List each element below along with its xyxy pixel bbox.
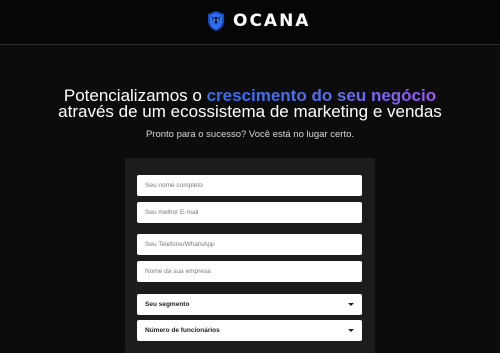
hero-headline: Potencializamos o crescimento do seu neg…: [0, 87, 500, 121]
email-field[interactable]: [137, 202, 362, 223]
employees-select-label: Número de funcionários: [145, 327, 220, 334]
site-header: OCANA: [0, 0, 500, 45]
chevron-down-icon: [348, 329, 354, 332]
hero-subtitle: Pronto para o sucesso? Você está no luga…: [145, 129, 355, 140]
name-field[interactable]: [137, 175, 362, 196]
headline-line-2: através de um ecossistema de marketing e…: [58, 102, 442, 121]
brand-name: OCANA: [233, 11, 311, 31]
segment-select[interactable]: Seu segmento: [137, 294, 362, 315]
chevron-down-icon: [348, 303, 354, 306]
employees-select[interactable]: Número de funcionários: [137, 320, 362, 341]
brand-logo[interactable]: OCANA: [205, 10, 310, 32]
phone-field[interactable]: [137, 234, 362, 255]
segment-select-label: Seu segmento: [145, 301, 190, 308]
company-field[interactable]: [137, 261, 362, 282]
lion-shield-icon: [205, 10, 227, 32]
